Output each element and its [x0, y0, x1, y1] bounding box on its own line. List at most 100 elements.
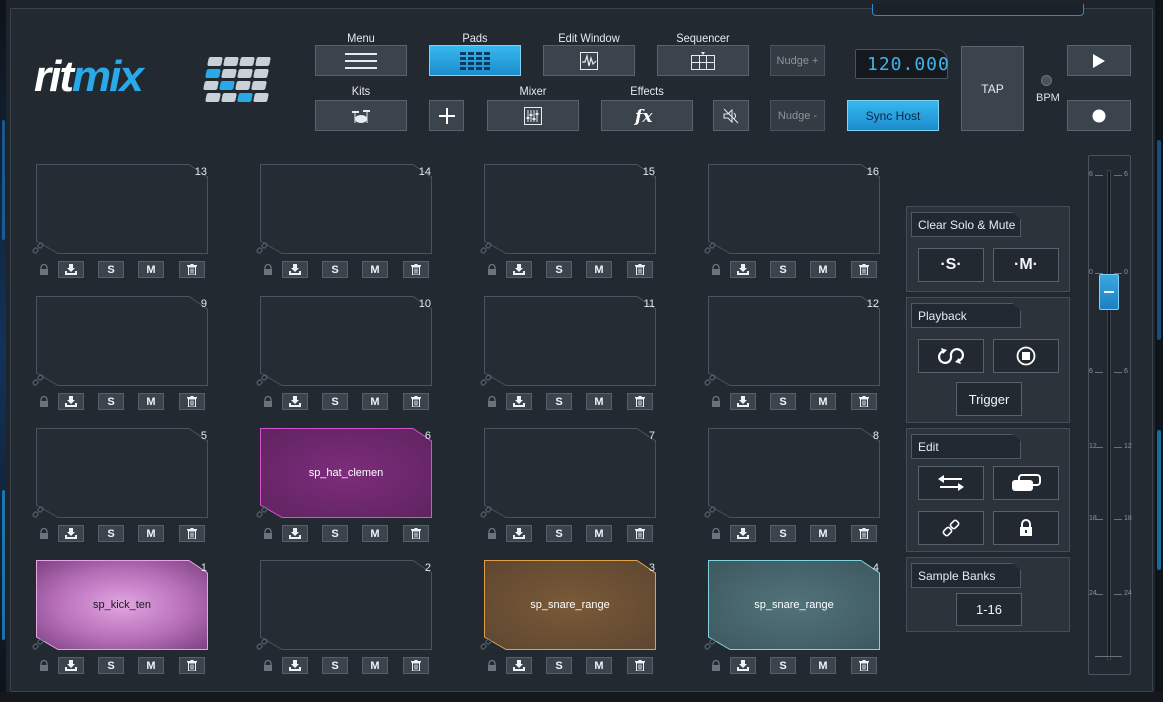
loop-button[interactable]: [918, 339, 984, 373]
pad-delete-button[interactable]: [179, 393, 205, 410]
pad-mute-button[interactable]: M: [138, 525, 164, 542]
pad-lock-icon[interactable]: [487, 527, 499, 541]
effects-button[interactable]: fx: [601, 100, 693, 131]
pad-solo-button[interactable]: S: [98, 525, 124, 542]
pad-delete-button[interactable]: [627, 657, 653, 674]
pad-mute-button[interactable]: M: [810, 393, 836, 410]
pad-mute-button[interactable]: M: [138, 393, 164, 410]
pad-lock-icon[interactable]: [263, 395, 275, 409]
pad-mute-button[interactable]: M: [362, 525, 388, 542]
pad-solo-button[interactable]: S: [546, 525, 572, 542]
pad-lock-icon[interactable]: [39, 263, 51, 277]
play-button[interactable]: [1067, 45, 1131, 76]
trigger-button[interactable]: Trigger: [956, 382, 1022, 416]
pad-solo-button[interactable]: S: [770, 525, 796, 542]
pad-link-icon[interactable]: [256, 374, 268, 386]
pad-link-icon[interactable]: [32, 374, 44, 386]
pad-mute-button[interactable]: M: [586, 657, 612, 674]
pad-load-button[interactable]: [506, 261, 532, 278]
bpm-display[interactable]: 120.000: [855, 49, 949, 79]
pad-lock-icon[interactable]: [487, 395, 499, 409]
pad-delete-button[interactable]: [179, 657, 205, 674]
pad-solo-button[interactable]: S: [322, 261, 348, 278]
menu-button[interactable]: [315, 45, 407, 76]
pad-lock-icon[interactable]: [487, 263, 499, 277]
pad-link-icon[interactable]: [256, 242, 268, 254]
pad-mute-button[interactable]: M: [586, 525, 612, 542]
pad-load-button[interactable]: [730, 525, 756, 542]
pad-link-icon[interactable]: [480, 638, 492, 650]
nudge-plus-button[interactable]: Nudge +: [770, 45, 825, 76]
pad-mute-button[interactable]: M: [810, 525, 836, 542]
pad-load-button[interactable]: [506, 657, 532, 674]
pad-lock-icon[interactable]: [263, 659, 275, 673]
sync-host-button[interactable]: Sync Host: [847, 100, 939, 131]
pad-link-icon[interactable]: [32, 242, 44, 254]
pad-solo-button[interactable]: S: [546, 393, 572, 410]
pad-mute-button[interactable]: M: [362, 657, 388, 674]
pad-link-icon[interactable]: [480, 374, 492, 386]
clear-mute-button[interactable]: ·M·: [993, 248, 1059, 282]
pad-solo-button[interactable]: S: [322, 393, 348, 410]
pad-solo-button[interactable]: S: [98, 261, 124, 278]
pad-load-button[interactable]: [282, 393, 308, 410]
pad-delete-button[interactable]: [179, 525, 205, 542]
pad-solo-button[interactable]: S: [770, 657, 796, 674]
pad-solo-button[interactable]: S: [322, 657, 348, 674]
duplicate-button[interactable]: [993, 466, 1059, 500]
pad-solo-button[interactable]: S: [770, 393, 796, 410]
lock-button[interactable]: [993, 511, 1059, 545]
pad-delete-button[interactable]: [627, 393, 653, 410]
pad-delete-button[interactable]: [851, 393, 877, 410]
fader-slot[interactable]: [1107, 170, 1111, 660]
pad-lock-icon[interactable]: [711, 659, 723, 673]
pad-mute-button[interactable]: M: [362, 393, 388, 410]
pad-link-icon[interactable]: [704, 374, 716, 386]
pad-delete-button[interactable]: [179, 261, 205, 278]
pad-mute-button[interactable]: M: [586, 261, 612, 278]
pad-delete-button[interactable]: [851, 261, 877, 278]
pad-load-button[interactable]: [730, 657, 756, 674]
pad-solo-button[interactable]: S: [546, 657, 572, 674]
pad-solo-button[interactable]: S: [770, 261, 796, 278]
mute-all-button[interactable]: [713, 100, 749, 131]
pad-solo-button[interactable]: S: [98, 657, 124, 674]
clear-solo-button[interactable]: ·S·: [918, 248, 984, 282]
pad-load-button[interactable]: [58, 261, 84, 278]
pad-load-button[interactable]: [506, 525, 532, 542]
pad-load-button[interactable]: [282, 525, 308, 542]
pad-lock-icon[interactable]: [711, 263, 723, 277]
pad-delete-button[interactable]: [627, 525, 653, 542]
pad-solo-button[interactable]: S: [322, 525, 348, 542]
pad-link-icon[interactable]: [256, 506, 268, 518]
swap-button[interactable]: [918, 466, 984, 500]
pad-lock-icon[interactable]: [711, 527, 723, 541]
pad-load-button[interactable]: [58, 393, 84, 410]
pad-link-icon[interactable]: [256, 638, 268, 650]
pad-lock-icon[interactable]: [263, 527, 275, 541]
nudge-minus-button[interactable]: Nudge -: [770, 100, 825, 131]
pad-delete-button[interactable]: [403, 525, 429, 542]
pad-load-button[interactable]: [282, 657, 308, 674]
tap-button[interactable]: TAP: [961, 46, 1024, 131]
pad-delete-button[interactable]: [403, 261, 429, 278]
bank-select-button[interactable]: 1-16: [956, 593, 1022, 626]
pad-lock-icon[interactable]: [263, 263, 275, 277]
pad-solo-button[interactable]: S: [98, 393, 124, 410]
add-button[interactable]: [429, 100, 464, 131]
stop-button[interactable]: [993, 339, 1059, 373]
pad-delete-button[interactable]: [403, 393, 429, 410]
edit-window-button[interactable]: [543, 45, 635, 76]
pad-load-button[interactable]: [58, 525, 84, 542]
pad-link-icon[interactable]: [32, 638, 44, 650]
sequencer-button[interactable]: [657, 45, 749, 76]
fader-knob[interactable]: [1099, 274, 1119, 310]
pad-link-icon[interactable]: [704, 242, 716, 254]
pad-mute-button[interactable]: M: [586, 393, 612, 410]
pad-load-button[interactable]: [730, 261, 756, 278]
pad-load-button[interactable]: [58, 657, 84, 674]
pad-delete-button[interactable]: [851, 657, 877, 674]
pad-load-button[interactable]: [506, 393, 532, 410]
pad-delete-button[interactable]: [851, 525, 877, 542]
pad-link-icon[interactable]: [704, 638, 716, 650]
